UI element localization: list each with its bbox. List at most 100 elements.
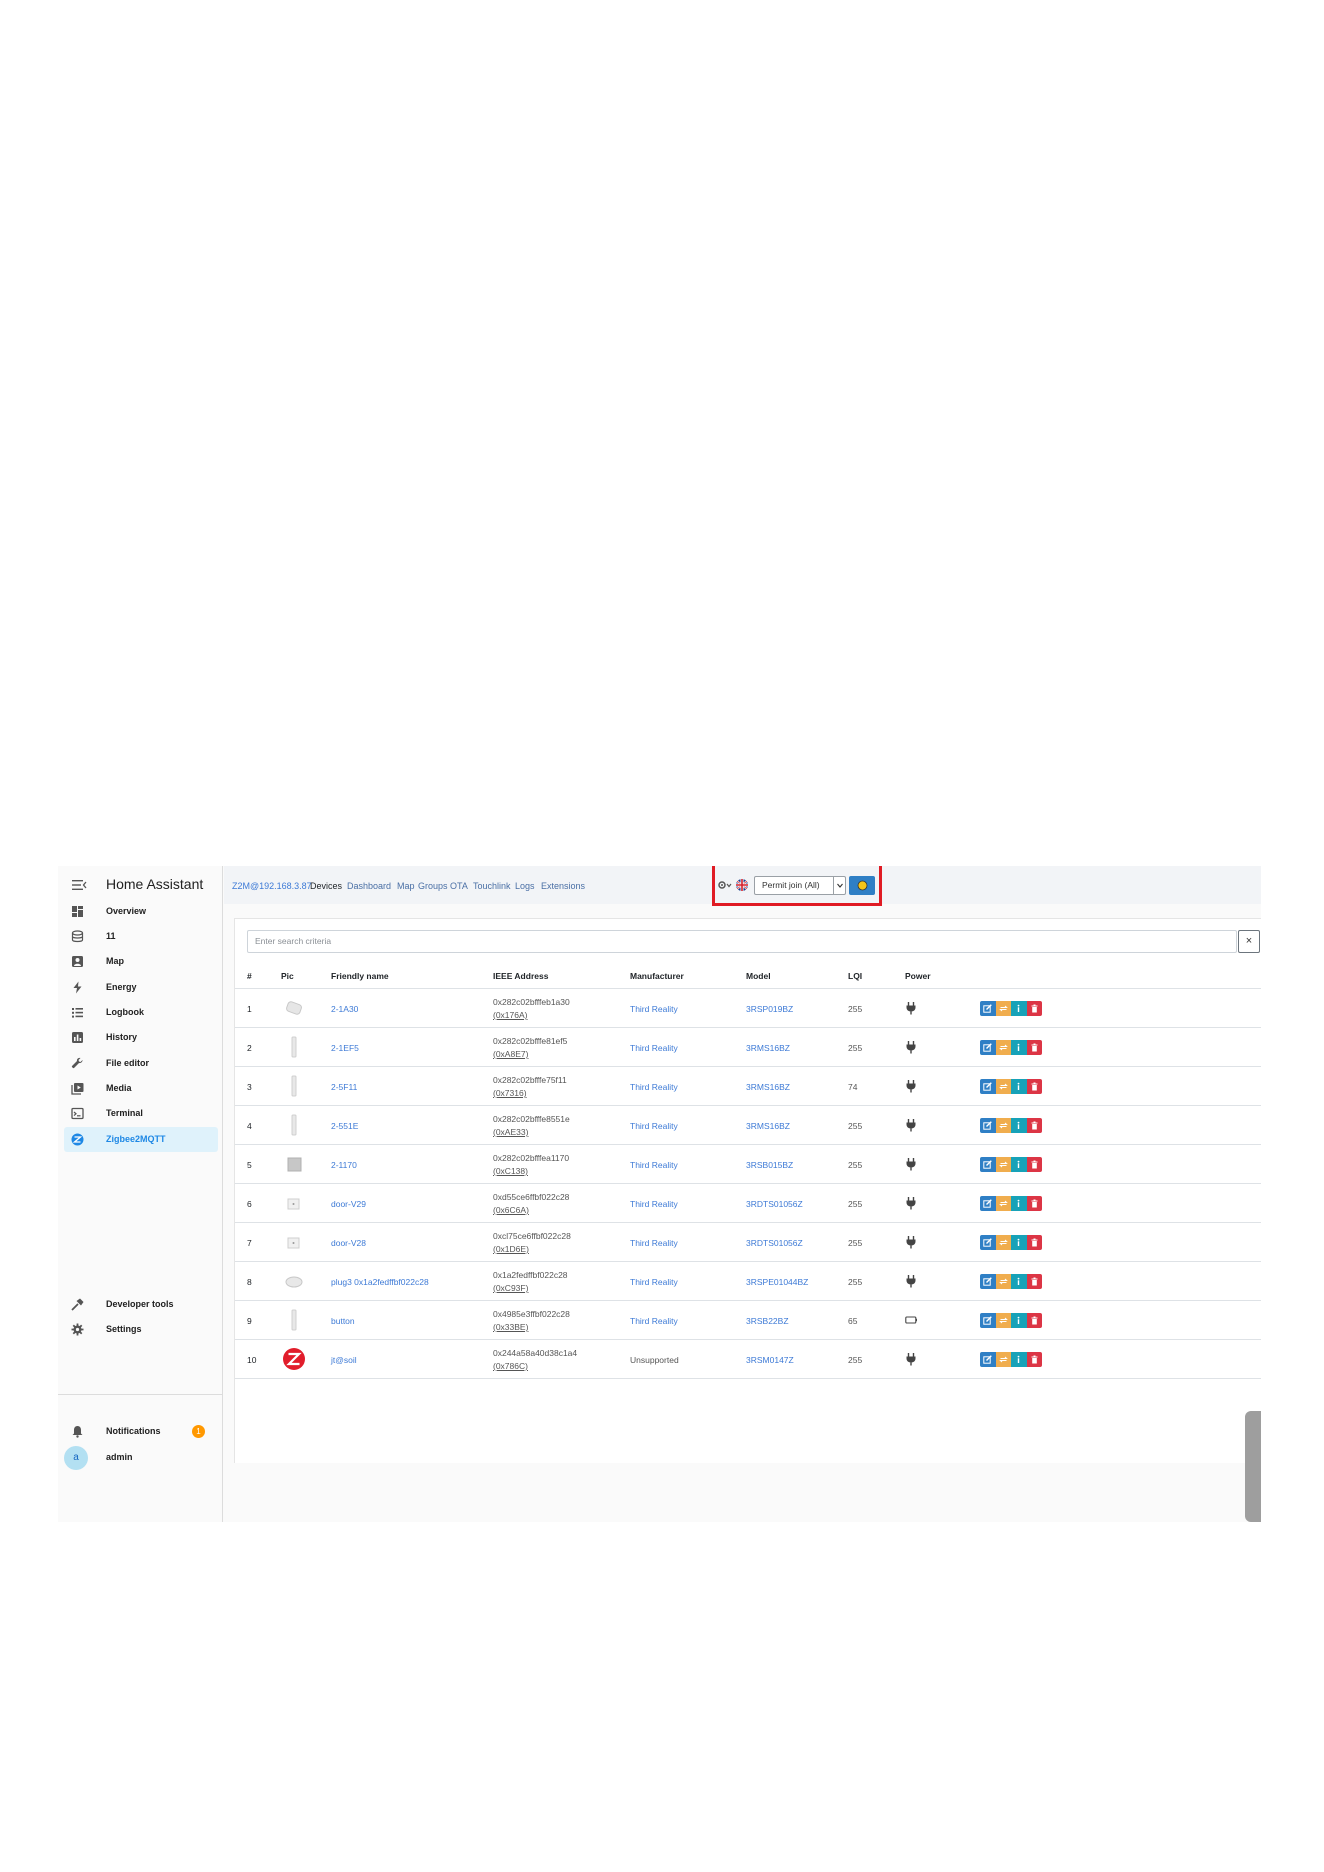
edit-button[interactable] — [980, 1352, 996, 1367]
sidebar-item-settings[interactable]: Settings — [64, 1317, 218, 1342]
info-button[interactable] — [1011, 1001, 1027, 1016]
delete-button[interactable] — [1026, 1040, 1042, 1055]
reconfigure-button[interactable] — [995, 1001, 1011, 1016]
reconfigure-button[interactable] — [995, 1157, 1011, 1172]
device-friendly-name-link[interactable]: door-V29 — [331, 1199, 366, 1209]
device-manufacturer[interactable]: Third Reality — [630, 1121, 678, 1131]
device-model-link[interactable]: 3RMS16BZ — [746, 1082, 790, 1092]
sidebar-item-energy[interactable]: Energy — [64, 975, 218, 1000]
sidebar-item-map[interactable]: Map — [64, 949, 218, 974]
nav-tab-touchlink[interactable]: Touchlink — [473, 881, 511, 891]
device-model-link[interactable]: 3RMS16BZ — [746, 1043, 790, 1053]
device-manufacturer[interactable]: Third Reality — [630, 1043, 678, 1053]
edit-button[interactable] — [980, 1235, 996, 1250]
clear-search-button[interactable]: × — [1238, 930, 1260, 953]
delete-button[interactable] — [1026, 1157, 1042, 1172]
device-friendly-name-link[interactable]: 2-1EF5 — [331, 1043, 359, 1053]
sidebar-item-terminal[interactable]: Terminal — [64, 1101, 218, 1126]
reconfigure-button[interactable] — [995, 1118, 1011, 1133]
delete-button[interactable] — [1026, 1118, 1042, 1133]
col-header-pic[interactable]: Pic — [281, 971, 294, 981]
reconfigure-button[interactable] — [995, 1079, 1011, 1094]
info-button[interactable] — [1011, 1235, 1027, 1250]
device-manufacturer[interactable]: Third Reality — [630, 1316, 678, 1326]
sidebar-item-logbook[interactable]: Logbook — [64, 1000, 218, 1025]
sidebar-item-notifications[interactable]: Notifications 1 — [64, 1419, 218, 1444]
device-manufacturer[interactable]: Third Reality — [630, 1082, 678, 1092]
info-button[interactable] — [1011, 1118, 1027, 1133]
sidebar-item-developer-tools[interactable]: Developer tools — [64, 1292, 218, 1317]
device-friendly-name-link[interactable]: jt@soil — [331, 1355, 357, 1365]
device-manufacturer[interactable]: Third Reality — [630, 1277, 678, 1287]
nav-host-link[interactable]: Z2M@192.168.3.87 — [232, 881, 312, 891]
device-model-link[interactable]: 3RSPE01044BZ — [746, 1277, 808, 1287]
reconfigure-button[interactable] — [995, 1196, 1011, 1211]
device-model-link[interactable]: 3RMS16BZ — [746, 1121, 790, 1131]
col-header-lqi[interactable]: LQI — [848, 971, 862, 981]
nav-tab-extensions[interactable]: Extensions — [541, 881, 585, 891]
nav-tab-groups[interactable]: Groups — [418, 881, 448, 891]
info-button[interactable] — [1011, 1352, 1027, 1367]
delete-button[interactable] — [1026, 1274, 1042, 1289]
nav-tab-devices[interactable]: Devices — [310, 881, 342, 891]
col-header-model[interactable]: Model — [746, 971, 771, 981]
nav-tab-logs[interactable]: Logs — [515, 881, 535, 891]
sidebar-item-zigbee2mqtt[interactable]: Zigbee2MQTT — [64, 1127, 218, 1152]
sidebar-item-file-editor[interactable]: File editor — [64, 1051, 218, 1076]
device-friendly-name-link[interactable]: 2-551E — [331, 1121, 358, 1131]
delete-button[interactable] — [1026, 1352, 1042, 1367]
sidebar-item-user[interactable]: a admin — [64, 1445, 218, 1470]
sidebar-item-history[interactable]: History — [64, 1025, 218, 1050]
device-model-link[interactable]: 3RSB22BZ — [746, 1316, 789, 1326]
nav-tab-map[interactable]: Map — [397, 881, 415, 891]
col-header-num[interactable]: # — [247, 971, 252, 981]
edit-button[interactable] — [980, 1118, 996, 1133]
delete-button[interactable] — [1026, 1079, 1042, 1094]
info-button[interactable] — [1011, 1196, 1027, 1211]
edit-button[interactable] — [980, 1157, 996, 1172]
col-header-name[interactable]: Friendly name — [331, 971, 389, 981]
info-button[interactable] — [1011, 1313, 1027, 1328]
device-manufacturer[interactable]: Third Reality — [630, 1199, 678, 1209]
info-button[interactable] — [1011, 1274, 1027, 1289]
device-manufacturer[interactable]: Third Reality — [630, 1004, 678, 1014]
delete-button[interactable] — [1026, 1313, 1042, 1328]
device-model-link[interactable]: 3RSP019BZ — [746, 1004, 793, 1014]
device-model-link[interactable]: 3RDTS01056Z — [746, 1238, 803, 1248]
col-header-manufacturer[interactable]: Manufacturer — [630, 971, 684, 981]
device-friendly-name-link[interactable]: 2-1A30 — [331, 1004, 358, 1014]
edit-button[interactable] — [980, 1313, 996, 1328]
sidebar-item-media[interactable]: Media — [64, 1076, 218, 1101]
info-button[interactable] — [1011, 1079, 1027, 1094]
search-input[interactable]: Enter search criteria — [247, 930, 1237, 953]
device-model-link[interactable]: 3RDTS01056Z — [746, 1199, 803, 1209]
delete-button[interactable] — [1026, 1001, 1042, 1016]
device-friendly-name-link[interactable]: button — [331, 1316, 355, 1326]
device-model-link[interactable]: 3RSB015BZ — [746, 1160, 793, 1170]
device-friendly-name-link[interactable]: 2-1170 — [331, 1160, 357, 1170]
device-friendly-name-link[interactable]: plug3 0x1a2fedffbf022c28 — [331, 1277, 429, 1287]
info-button[interactable] — [1011, 1157, 1027, 1172]
edit-button[interactable] — [980, 1040, 996, 1055]
sidebar-item-11[interactable]: 11 — [64, 924, 218, 949]
edit-button[interactable] — [980, 1079, 996, 1094]
edit-button[interactable] — [980, 1274, 996, 1289]
menu-icon[interactable] — [71, 877, 87, 893]
device-manufacturer[interactable]: Third Reality — [630, 1238, 678, 1248]
scrollbar[interactable] — [1245, 1411, 1261, 1522]
nav-tab-ota[interactable]: OTA — [450, 881, 468, 891]
edit-button[interactable] — [980, 1196, 996, 1211]
nav-tab-dashboard[interactable]: Dashboard — [347, 881, 391, 891]
device-friendly-name-link[interactable]: door-V28 — [331, 1238, 366, 1248]
col-header-power[interactable]: Power — [905, 971, 931, 981]
delete-button[interactable] — [1026, 1235, 1042, 1250]
reconfigure-button[interactable] — [995, 1352, 1011, 1367]
delete-button[interactable] — [1026, 1196, 1042, 1211]
reconfigure-button[interactable] — [995, 1313, 1011, 1328]
reconfigure-button[interactable] — [995, 1040, 1011, 1055]
col-header-ieee[interactable]: IEEE Address — [493, 971, 548, 981]
reconfigure-button[interactable] — [995, 1235, 1011, 1250]
edit-button[interactable] — [980, 1001, 996, 1016]
device-friendly-name-link[interactable]: 2-5F11 — [331, 1082, 357, 1092]
device-manufacturer[interactable]: Third Reality — [630, 1160, 678, 1170]
